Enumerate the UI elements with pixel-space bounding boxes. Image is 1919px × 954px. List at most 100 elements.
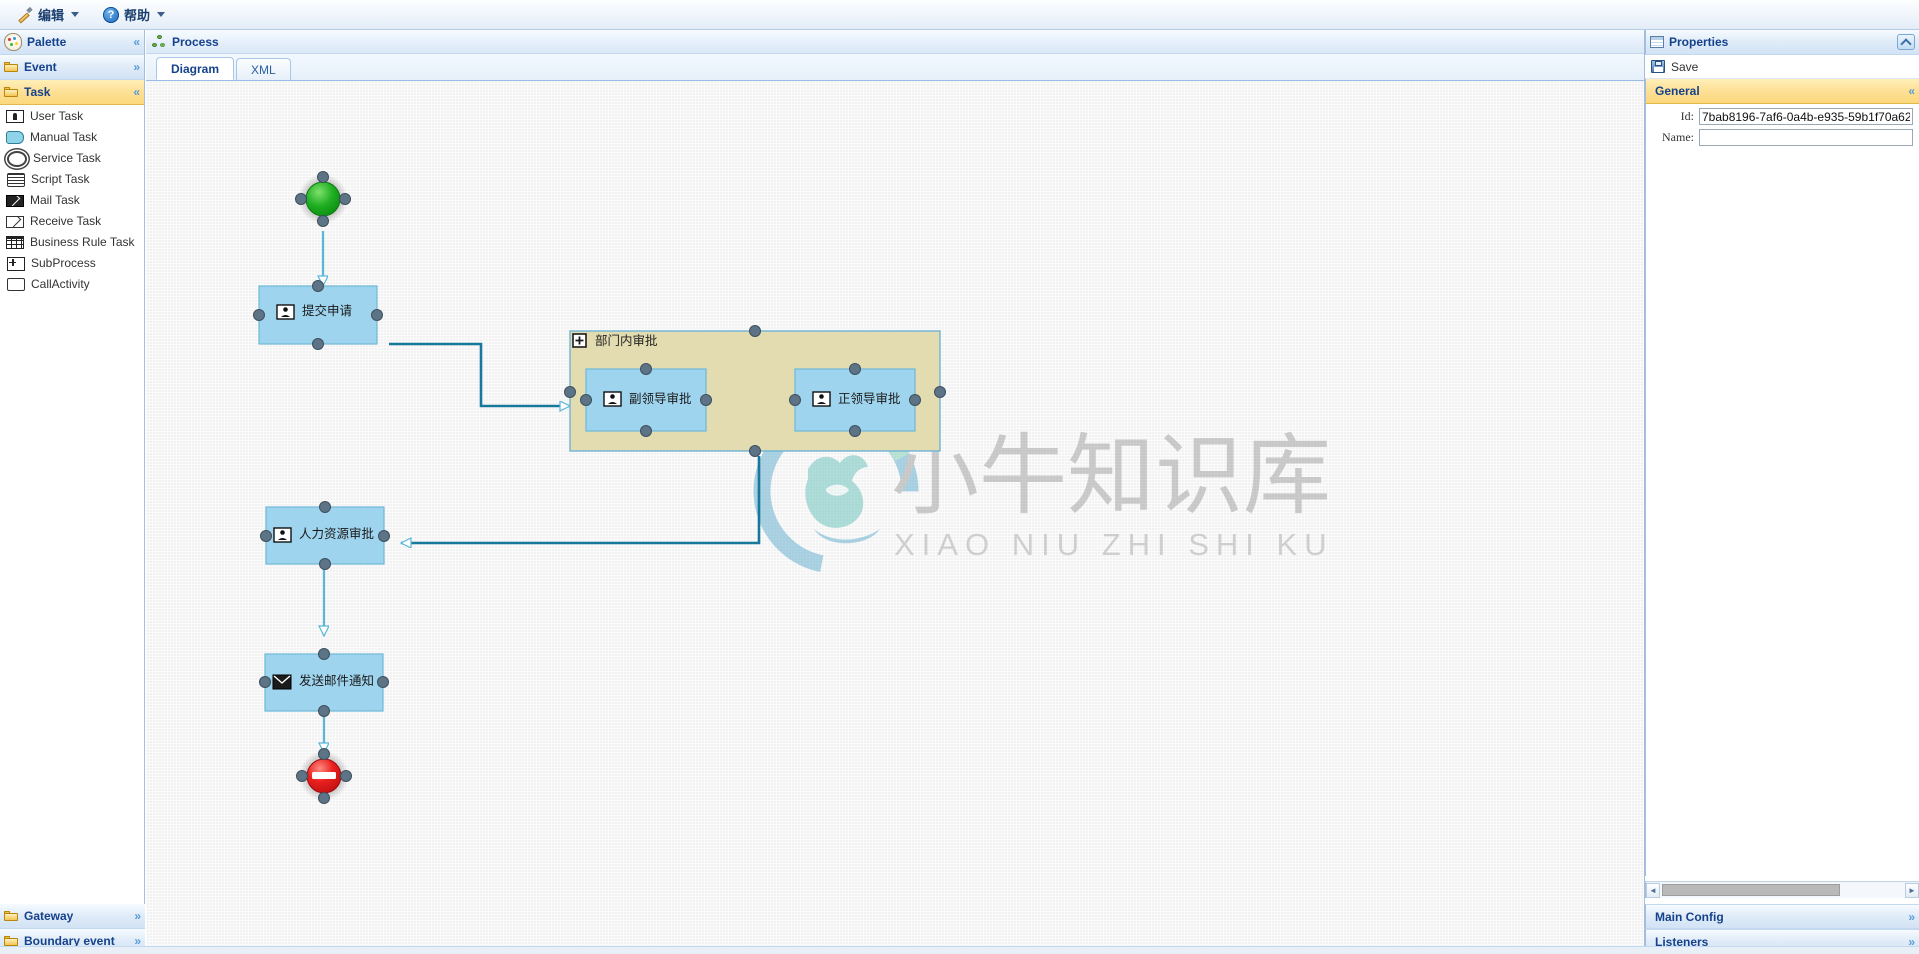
editor-tabstrip: Diagram XML: [146, 54, 1644, 81]
scrollbar-thumb[interactable]: [1662, 883, 1840, 896]
editor-header: Process: [146, 30, 1644, 54]
palette-item-user-task[interactable]: User Task: [0, 105, 144, 126]
user-task-icon: [6, 110, 24, 123]
task-label: 发送邮件通知: [299, 673, 374, 688]
task-label: 人力资源审批: [299, 526, 374, 541]
watermark-cn: 小牛知识库: [891, 426, 1331, 525]
properties-panel: Properties Save General « Id: Name: ◄: [1645, 30, 1919, 954]
scroll-left-arrow-icon[interactable]: ◄: [1646, 882, 1660, 898]
node-task-chief[interactable]: 正领导审批: [789, 363, 921, 437]
save-icon: [1651, 60, 1665, 73]
node-task-submit[interactable]: 提交申请: [253, 280, 383, 350]
palette-item-mail-task[interactable]: Mail Task: [0, 189, 144, 210]
field-row-name: Name:: [1646, 129, 1919, 146]
menu-item-edit-label: 编辑: [38, 8, 65, 23]
status-bar: [0, 946, 1919, 954]
tab-diagram[interactable]: Diagram: [156, 57, 235, 80]
palette-item-subprocess[interactable]: SubProcess: [0, 252, 144, 273]
palette-item-business-rule-task[interactable]: Business Rule Task: [0, 231, 144, 252]
diagram-canvas[interactable]: 小牛知识库 XIAO NIU ZHI SHI KU 部门内审批 提交申请 副领导…: [146, 81, 1644, 954]
chevron-down-icon[interactable]: »: [1908, 911, 1915, 923]
palette-item-label: Receive Task: [30, 213, 102, 228]
properties-section-general-label: General: [1655, 84, 1700, 98]
scroll-right-arrow-icon[interactable]: ►: [1905, 882, 1919, 898]
node-end-event[interactable]: [296, 748, 352, 804]
properties-toolbar: Save: [1645, 55, 1919, 79]
palette-section-gateway-label: Gateway: [24, 909, 74, 923]
mail-icon: [6, 195, 24, 207]
chevron-down-icon: [71, 12, 80, 17]
palette-section-task[interactable]: Task «: [0, 80, 144, 105]
palette-item-receive-task[interactable]: Receive Task: [0, 210, 144, 231]
receive-task-icon: [6, 216, 24, 228]
application-window: 编辑 ? 帮助 Palette « Event » Task « User Ta…: [0, 0, 1919, 954]
help-icon: ?: [103, 6, 120, 23]
callactivity-icon: [7, 278, 25, 291]
node-task-hr[interactable]: 人力资源审批: [260, 501, 390, 570]
menu-item-help[interactable]: ? 帮助: [96, 3, 172, 27]
chevron-down-icon[interactable]: »: [133, 61, 140, 73]
chevron-up-icon[interactable]: «: [133, 86, 140, 98]
palette-item-label: Business Rule Task: [30, 234, 135, 249]
name-field[interactable]: [1699, 129, 1913, 146]
palette-item-label: Mail Task: [30, 192, 80, 207]
manual-task-icon: [6, 131, 24, 144]
node-task-deputy[interactable]: 副领导审批: [580, 363, 712, 437]
properties-form: Id: Name:: [1645, 104, 1919, 876]
field-row-id: Id:: [1646, 108, 1919, 125]
flow-submit-to-subprocess: [389, 342, 570, 406]
palette-item-label: CallActivity: [31, 276, 90, 291]
save-button[interactable]: Save: [1671, 60, 1698, 74]
palette-item-label: SubProcess: [31, 255, 96, 270]
business-rule-task-icon: [6, 236, 24, 249]
process-editor-panel: Process Diagram XML 小牛知识库 XIAO NIU ZHI S…: [146, 30, 1645, 954]
watermark-pinyin: XIAO NIU ZHI SHI KU: [894, 527, 1334, 562]
flow-subprocess-to-hr: [401, 456, 761, 543]
properties-section-general[interactable]: General «: [1645, 79, 1919, 104]
editor-title: Process: [172, 34, 219, 49]
scrollbar-track[interactable]: [1660, 882, 1905, 898]
chevron-down-icon: [157, 12, 166, 17]
pencil-icon: [17, 7, 33, 23]
node-start-event[interactable]: [295, 171, 351, 227]
folder-icon: [4, 61, 19, 73]
node-task-mail[interactable]: 发送邮件通知: [259, 648, 389, 717]
palette-item-label: User Task: [30, 108, 84, 123]
palette-item-label: Script Task: [31, 171, 90, 186]
collapse-icon[interactable]: «: [133, 36, 140, 48]
chevron-down-icon[interactable]: »: [134, 910, 141, 922]
task-label: 正领导审批: [838, 391, 901, 406]
properties-section-main-config-label: Main Config: [1655, 909, 1724, 924]
id-field[interactable]: [1699, 108, 1913, 125]
palette-icon: [4, 33, 22, 51]
task-label: 副领导审批: [629, 391, 692, 406]
restore-icon[interactable]: [1897, 34, 1915, 50]
palette-section-event-label: Event: [24, 60, 57, 74]
palette-header[interactable]: Palette «: [0, 30, 144, 55]
palette-section-task-label: Task: [24, 85, 51, 99]
tab-xml[interactable]: XML: [236, 58, 291, 80]
palette-item-service-task[interactable]: Service Task: [0, 147, 144, 168]
palette-panel: Palette « Event » Task « User Task Manua…: [0, 30, 145, 954]
script-task-icon: [7, 172, 25, 187]
folder-icon: [4, 86, 19, 98]
palette-item-script-task[interactable]: Script Task: [0, 168, 144, 189]
id-field-label: Id:: [1680, 109, 1694, 123]
subprocess-label: 部门内审批: [595, 333, 658, 348]
palette-title: Palette: [27, 35, 67, 49]
main-menu-bar: 编辑 ? 帮助: [0, 0, 1919, 30]
properties-header: Properties: [1645, 30, 1919, 55]
sequence-flows: [323, 231, 786, 753]
palette-item-callactivity[interactable]: CallActivity: [0, 273, 144, 294]
chevron-up-icon[interactable]: «: [1908, 85, 1915, 97]
palette-item-manual-task[interactable]: Manual Task: [0, 126, 144, 147]
palette-section-gateway[interactable]: Gateway »: [0, 904, 145, 929]
properties-section-main-config[interactable]: Main Config »: [1645, 904, 1919, 929]
menu-item-edit[interactable]: 编辑: [10, 3, 86, 27]
properties-horizontal-scrollbar[interactable]: ◄ ►: [1645, 881, 1919, 898]
properties-icon: [1650, 36, 1664, 48]
name-field-label: Name:: [1662, 130, 1694, 144]
palette-section-event[interactable]: Event »: [0, 55, 144, 80]
properties-title: Properties: [1669, 35, 1729, 49]
palette-task-list: User Task Manual Task Service Task Scrip…: [0, 105, 144, 294]
